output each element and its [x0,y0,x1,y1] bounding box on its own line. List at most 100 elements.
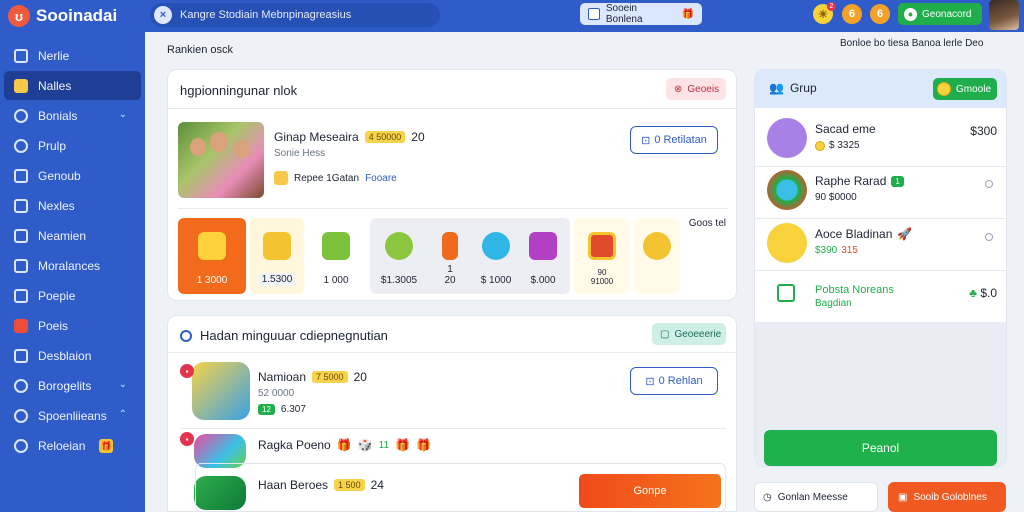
divider [180,428,726,429]
users-icon: 👥 [769,81,784,95]
sidebar-item-1[interactable]: Nalles [4,71,141,100]
sidebar-item-0[interactable]: Nerlie [4,41,141,70]
chevron-down-icon: ⌄ [118,379,127,390]
gift-icon: ▣ [898,491,908,503]
app-icon[interactable] [192,362,250,420]
arrow-icon: ♣ [969,286,981,300]
notification-badge: 2 [827,2,836,11]
chat-icon [14,168,28,183]
row-title: Ragka Poeno 🎁 🎲 11 🎁 🎁 [258,438,431,452]
panel-item[interactable]: Aoce Bladinan 🚀 $390 315 [767,223,999,267]
divider [178,208,728,209]
item-name: Sacad eme [815,122,876,136]
item-name-text: Aoce Bladinan [815,227,893,241]
clock-icon: ◷ [763,491,772,503]
sidebar-item-10[interactable]: Desblaion [4,341,141,370]
item-sub: Bagdian [815,298,852,309]
sidebar-item-4[interactable]: Genoub [4,161,141,190]
tile-label: 1.5300 [257,273,297,286]
promo-button[interactable]: Sooein Bonlena 🎁 [580,3,702,25]
image-icon [14,78,28,93]
sidebar-item-9[interactable]: Poeis [4,311,141,340]
sidebar-item-13[interactable]: Reloeian 🎁 [4,431,141,460]
row-action-button[interactable]: ⊡ 0 Rehlan [630,367,718,395]
coin-icon [937,82,951,96]
sidebar-item-11[interactable]: Borogelits ⌄ [4,371,141,400]
face [190,138,206,156]
panel-pill-button[interactable]: Gmoole [933,78,997,100]
sidebar-item-label: Genoub [38,168,81,183]
group-meta: Repee 1Gatan Fooare [274,171,397,185]
promo-label: Sooein Bonlena [605,3,643,25]
panel-item[interactable]: Pobsta Noreans Bagdian ♣ $.0 [767,282,999,326]
reward-tile[interactable] [634,218,680,294]
radio-icon[interactable] [985,180,993,188]
sidebar-item-3[interactable]: Prulp [4,131,141,160]
grid-icon [14,258,28,273]
sidebar-item-8[interactable]: Poepie [4,281,141,310]
item-name: Pobsta Noreans [815,284,894,296]
divider [755,218,1006,219]
reward-tile[interactable]: 1 000 [308,218,364,294]
footer-left-button[interactable]: ◷ Gonlan Meesse [754,482,878,512]
sidebar-item-12[interactable]: Spoenliieans ⌃ [4,401,141,430]
reward-tile[interactable]: $.000 [520,218,566,294]
item-price: $300 [970,124,997,138]
app-name: Sooinadai [36,6,118,25]
join-button[interactable]: ● Geonacord [898,3,982,25]
reward-tile[interactable]: $1.3005 [374,218,424,294]
sidebar-item-label: Nalles [38,78,72,93]
reward-tile[interactable]: 1 20 [428,218,472,294]
row-tag: 7 5000 [312,371,348,383]
close-icon[interactable]: × [154,6,172,24]
sidebar-item-5[interactable]: Nexles [4,191,141,220]
card-pill-button[interactable]: ▢ Geoeeerie [652,323,726,345]
group-name: Ginap Meseaira 4 50000 20 [274,130,425,144]
search-bar[interactable]: × Kangre Stodiain Mebnpinagreasius [150,3,440,27]
user-avatar[interactable] [989,0,1019,30]
join-label: Geonacord [922,8,972,20]
panel-item[interactable]: Raphe Rarad 1 90 $0000 [767,170,999,214]
item-name: Raphe Rarad 1 [815,174,904,188]
coin-icon[interactable]: 6 [842,4,862,24]
card-title-text: Hadan minguuar cdiepnegnutian [200,328,388,343]
panel-item[interactable]: Sacad eme $ 3325 $300 [767,118,999,162]
chat-icon: ▢ [660,328,670,340]
sticker-icon: 🎁 [336,438,352,452]
reward-tile[interactable]: 1.5300 [250,218,304,294]
coin-icon[interactable]: 6 [870,4,890,24]
row-sub2-text: 6.307 [280,404,306,415]
face [234,140,250,158]
meta-link[interactable]: Fooare [365,173,397,184]
footer-right-button[interactable]: ▣ Sooib Goloblnes [888,482,1006,512]
search-icon [180,329,192,342]
sidebar-item-label: Neamien [38,228,87,243]
row-sub-2: 12 6.307 [258,404,306,415]
row-title: Namioan 7 5000 20 [258,370,367,384]
reward-tile[interactable]: 90 91000 [574,218,630,294]
reward-tile[interactable]: $ 1000 [474,218,518,294]
radio-icon[interactable] [985,233,993,241]
tile-label: 90 91000 [590,268,614,286]
row-sub: 52 0000 [258,388,295,399]
panel-title-text: Grup [789,81,817,95]
top-bar: ʊ Sooinadai × Kangre Stodiain Mebnpinagr… [0,0,1024,32]
group-sub: Sonie Hess [274,148,326,159]
group-photo[interactable] [178,122,264,198]
sticker-icon: 🎲 [357,438,373,452]
primary-button[interactable]: Peanol [764,430,997,466]
sidebar-item-7[interactable]: Moralances [4,251,141,280]
sidebar-item-2[interactable]: Bonials ⌄ [4,101,141,130]
pill-label: Gmoole [956,83,992,95]
notification-dot: ▪ [180,364,194,378]
sidebar-item-6[interactable]: Neamien [4,221,141,250]
sidebar-item-label: Bonials [38,108,78,123]
sidebar-item-label: Spoenliieans [38,408,107,423]
group-action-button[interactable]: ⊡ 0 Retilatan [630,126,718,154]
reward-tile[interactable]: 1 3000 [178,218,246,294]
divider [168,352,736,353]
row-title-text: Ragka Poeno [258,438,331,452]
badge-icon [588,232,616,260]
card-pill-button[interactable]: ⊗ Geoeis [666,78,726,100]
app-logo[interactable]: ʊ Sooinadai [0,5,145,27]
